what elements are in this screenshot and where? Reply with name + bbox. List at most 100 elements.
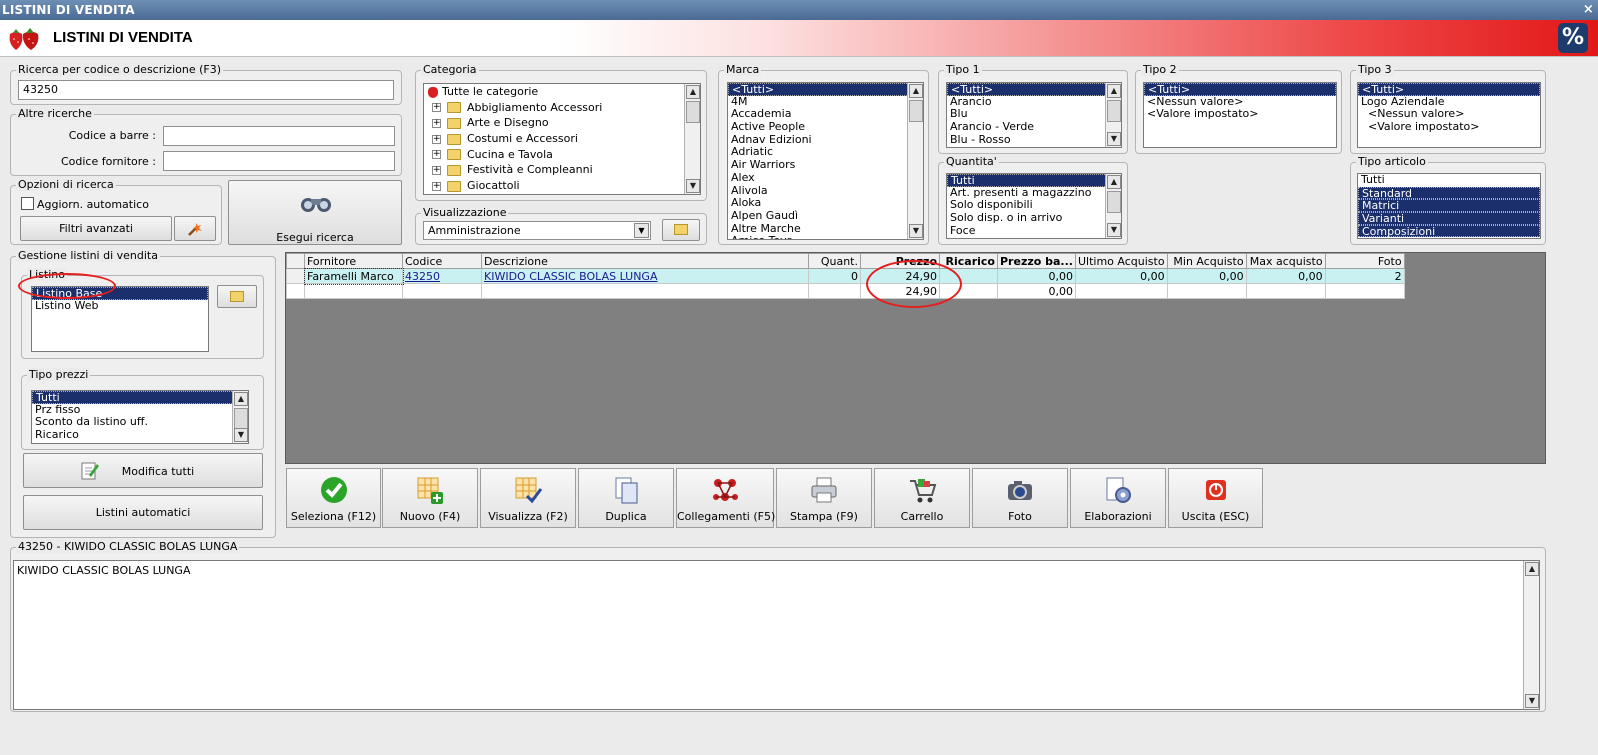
type1-list[interactable]: <Tutti> Arancio Blu Arancio - Verde Blu - Ro…: [946, 82, 1122, 148]
type2-list[interactable]: <Tutti> <Nessun valore> <Valore impostato>: [1143, 82, 1337, 148]
scroll-up-icon[interactable]: ▲: [686, 85, 700, 99]
expand-icon[interactable]: +: [432, 134, 441, 144]
list-scrollbar[interactable]: ▲ ▼: [232, 391, 248, 443]
expand-icon[interactable]: +: [432, 118, 441, 128]
carrello-button[interactable]: Carrello: [874, 468, 970, 528]
table-row[interactable]: Faramelli Marco 43250 KIWIDO CLASSIC BOLAS…: [286, 267, 1405, 285]
scroll-down-icon[interactable]: ▼: [1525, 694, 1539, 708]
list-scrollbar[interactable]: ▲ ▼: [1105, 174, 1121, 238]
list-item[interactable]: <Tutti>: [1144, 83, 1336, 96]
list-item[interactable]: Tutti: [1358, 174, 1540, 187]
scroll-up-icon[interactable]: ▲: [1107, 175, 1121, 189]
table-cell[interactable]: [481, 283, 809, 299]
table-cell[interactable]: 43250: [402, 268, 482, 284]
list-item[interactable]: Blu - Rosso: [947, 133, 1121, 147]
table-cell[interactable]: 0,00: [1166, 268, 1247, 284]
column-header[interactable]: Codice: [402, 253, 482, 269]
column-header[interactable]: Fornitore: [304, 253, 403, 269]
list-item[interactable]: Air Warriors: [728, 158, 923, 172]
table-cell[interactable]: [1324, 283, 1405, 299]
visualizza-button[interactable]: Visualizza (F2): [480, 468, 576, 528]
detail-textarea[interactable]: KIWIDO CLASSIC BOLAS LUNGA ▲ ▼: [13, 560, 1540, 710]
elaborazioni-button[interactable]: Elaborazioni: [1070, 468, 1166, 528]
column-header[interactable]: Prezzo ba...: [997, 253, 1076, 269]
duplica-button[interactable]: Duplica: [578, 468, 674, 528]
list-item[interactable]: Varianti: [1358, 212, 1540, 225]
list-item[interactable]: <Valore impostato>: [1144, 108, 1336, 121]
advanced-filters-button[interactable]: Filtri avanzati: [20, 216, 172, 241]
chevron-down-icon[interactable]: ▼: [634, 223, 649, 238]
view-select[interactable]: Amministrazione ▼: [423, 221, 651, 240]
table-cell[interactable]: Faramelli Marco: [303, 267, 404, 285]
column-header[interactable]: Quant.: [808, 253, 861, 269]
list-item[interactable]: Standard: [1358, 186, 1540, 199]
edit-all-button[interactable]: Modifica tutti: [23, 453, 263, 488]
table-cell[interactable]: [1074, 283, 1168, 299]
list-scrollbar[interactable]: ▲ ▼: [907, 83, 923, 239]
table-cell[interactable]: [1166, 283, 1247, 299]
scroll-thumb[interactable]: [234, 408, 248, 430]
auto-lists-button[interactable]: Listini automatici: [23, 495, 263, 530]
scroll-down-icon[interactable]: ▼: [909, 224, 923, 238]
list-item[interactable]: <Tutti>: [1358, 83, 1540, 96]
expand-icon[interactable]: +: [432, 103, 441, 113]
category-scrollbar[interactable]: ▲ ▼: [684, 84, 700, 194]
barcode-input[interactable]: [163, 126, 395, 146]
auto-update-checkbox[interactable]: [21, 197, 34, 210]
list-item[interactable]: Arancio - Verde: [947, 120, 1121, 134]
table-cell[interactable]: 2: [1324, 268, 1405, 284]
list-item[interactable]: Alpen Gaudì: [728, 209, 923, 223]
list-item[interactable]: <Tutti>: [947, 83, 1121, 96]
scroll-up-icon[interactable]: ▲: [1525, 562, 1539, 576]
list-item[interactable]: Aloka: [728, 196, 923, 210]
column-header[interactable]: [286, 253, 305, 269]
view-folder-button[interactable]: [662, 219, 700, 241]
scroll-down-icon[interactable]: ▼: [234, 428, 248, 442]
article-type-list[interactable]: Tutti Standard Matrici Varianti Composizioni: [1357, 173, 1541, 239]
scroll-down-icon[interactable]: ▼: [1107, 223, 1121, 237]
table-row[interactable]: 24,90 0,00: [286, 283, 1405, 299]
column-header[interactable]: Max acquisto: [1245, 253, 1326, 269]
price-type-list[interactable]: Tutti Prz fisso Sconto da listino uff. Rica…: [31, 390, 249, 444]
list-item[interactable]: Ricarico: [32, 428, 248, 442]
table-cell[interactable]: [402, 283, 482, 299]
filter-wand-button[interactable]: [174, 216, 216, 241]
scroll-up-icon[interactable]: ▲: [1107, 84, 1121, 98]
list-item[interactable]: Listino Web: [32, 299, 208, 313]
expand-icon[interactable]: +: [432, 165, 441, 175]
seleziona-button[interactable]: Seleziona (F12): [286, 468, 381, 528]
tree-item[interactable]: + Festività e Compleanni: [424, 162, 700, 178]
tree-item[interactable]: + Giocattoli: [424, 178, 700, 194]
list-item[interactable]: Active People: [728, 120, 923, 134]
list-item[interactable]: <Tutti>: [728, 83, 923, 96]
list-item[interactable]: Tutti: [32, 391, 248, 404]
column-header[interactable]: Min Acquisto: [1166, 253, 1247, 269]
list-item[interactable]: Arancio: [947, 95, 1121, 109]
tree-item[interactable]: + Arte e Disegno: [424, 115, 700, 131]
column-header[interactable]: Ultimo Acquisto: [1074, 253, 1168, 269]
list-item[interactable]: Amico Toys: [728, 235, 923, 239]
table-cell[interactable]: 0,00: [1074, 268, 1168, 284]
category-tree[interactable]: Tutte le categorie + Abbigliamento Access…: [423, 83, 701, 195]
tree-item-all[interactable]: Tutte le categorie: [424, 84, 700, 100]
table-cell[interactable]: [286, 283, 305, 299]
table-cell[interactable]: [1245, 283, 1326, 299]
scroll-thumb[interactable]: [1107, 100, 1121, 122]
table-cell[interactable]: 0,00: [997, 268, 1076, 284]
table-cell[interactable]: [286, 268, 305, 284]
list-item[interactable]: Alex: [728, 171, 923, 185]
close-icon[interactable]: ×: [1583, 2, 1594, 17]
table-cell[interactable]: 0,00: [997, 283, 1076, 299]
stampa-button[interactable]: Stampa (F9): [776, 468, 872, 528]
table-cell[interactable]: 0: [808, 268, 861, 284]
list-item[interactable]: <Valore impostato>: [1358, 120, 1540, 134]
scroll-thumb[interactable]: [686, 101, 700, 123]
run-search-button[interactable]: Esegui ricerca: [228, 180, 402, 245]
brand-list[interactable]: <Tutti> 4M Accademia Active People Adnav Edi…: [727, 82, 924, 240]
column-header[interactable]: Descrizione: [481, 253, 809, 269]
search-input[interactable]: 43250: [18, 80, 394, 100]
tree-item[interactable]: + Cucina e Tavola: [424, 147, 700, 163]
quantity-list[interactable]: Tutti Art. presenti a magazzino Solo dispo…: [946, 173, 1122, 239]
list-item[interactable]: Composizioni: [1358, 224, 1540, 237]
expand-icon[interactable]: +: [432, 150, 441, 160]
